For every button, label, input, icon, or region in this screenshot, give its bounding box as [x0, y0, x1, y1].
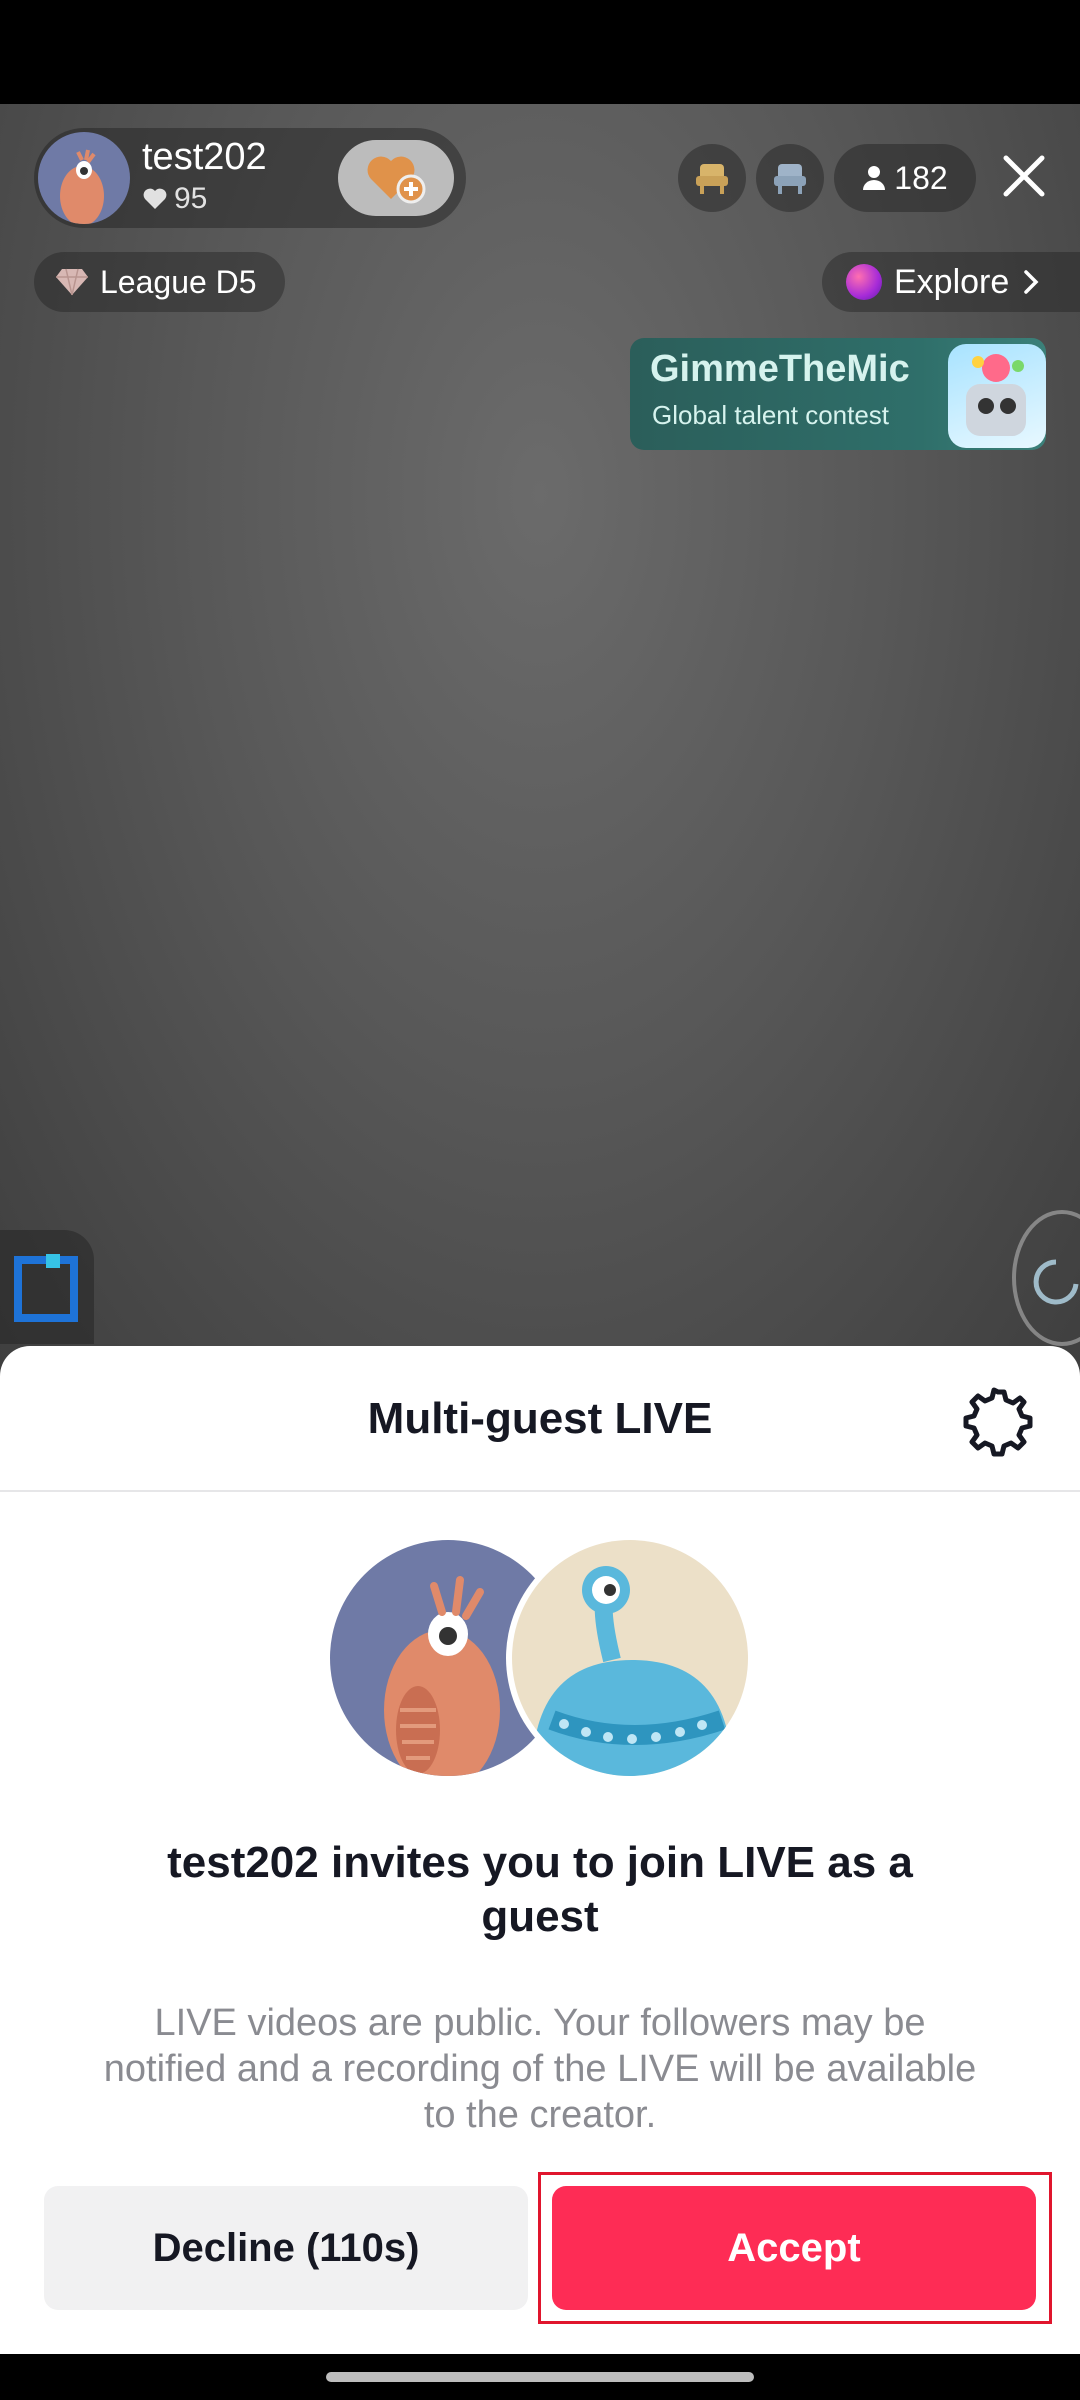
heart-plus-icon — [367, 156, 426, 204]
gold-seat-icon — [696, 164, 728, 194]
invite-title: test202 invites you to join LIVE as a gu… — [167, 1838, 913, 1941]
mascot-icon — [966, 354, 1026, 436]
banner-mascot-image — [948, 344, 1046, 448]
host-name: test202 — [142, 136, 267, 178]
guest-avatar-large — [506, 1534, 754, 1782]
gimmethemic-banner[interactable]: GimmeTheMic Global talent contest — [630, 338, 1046, 450]
decline-button[interactable]: Decline (110s) — [44, 2186, 528, 2310]
person-icon — [863, 166, 886, 190]
viewer-count-pill[interactable]: 182 — [834, 144, 976, 212]
league-badge[interactable]: League D5 — [34, 252, 285, 312]
host-avatar[interactable] — [38, 132, 130, 224]
box-app-icon — [14, 1254, 78, 1322]
settings-gear-icon[interactable] — [962, 1386, 1034, 1458]
banner-title: GimmeTheMic — [650, 348, 910, 390]
diamond-icon — [56, 268, 88, 296]
host-info-pill[interactable]: test202 95 — [34, 128, 466, 228]
accept-highlight-outline — [538, 2172, 1052, 2324]
status-bar — [0, 0, 1080, 104]
heart-icon — [143, 188, 167, 209]
explore-button[interactable]: Explore — [822, 252, 1080, 312]
side-widget-left[interactable] — [0, 1230, 94, 1344]
ranking-seat-silver[interactable] — [756, 144, 824, 212]
shrimp-avatar-icon — [60, 149, 104, 224]
host-likes-count: 95 — [174, 182, 208, 215]
invite-description: LIVE videos are public. Your followers m… — [103, 2002, 977, 2136]
explore-label: Explore — [894, 262, 1010, 301]
refresh-icon — [1033, 1259, 1079, 1305]
monster-avatar-icon — [532, 1566, 732, 1776]
banner-subtitle: Global talent contest — [652, 400, 890, 430]
side-widget-right[interactable] — [1012, 1210, 1080, 1346]
sheet-title: Multi-guest LIVE — [367, 1394, 713, 1443]
guest-avatar-inner — [512, 1540, 748, 1776]
viewer-count: 182 — [894, 159, 948, 196]
silver-seat-icon — [774, 164, 806, 194]
league-label: League D5 — [100, 263, 257, 300]
follow-host-button[interactable] — [338, 140, 454, 216]
home-indicator[interactable] — [326, 2372, 754, 2382]
explore-planet-icon — [846, 264, 882, 300]
sheet-divider — [0, 1490, 1080, 1492]
close-icon[interactable] — [996, 148, 1052, 204]
host-likes: 95 — [142, 182, 207, 216]
chevron-right-icon — [1024, 270, 1039, 294]
decline-label: Decline (110s) — [152, 2225, 420, 2270]
multi-guest-sheet: Multi-guest LIVE test202 invites you to … — [0, 1346, 1080, 2354]
navigation-bar — [0, 2354, 1080, 2400]
ranking-seat-gold[interactable] — [678, 144, 746, 212]
